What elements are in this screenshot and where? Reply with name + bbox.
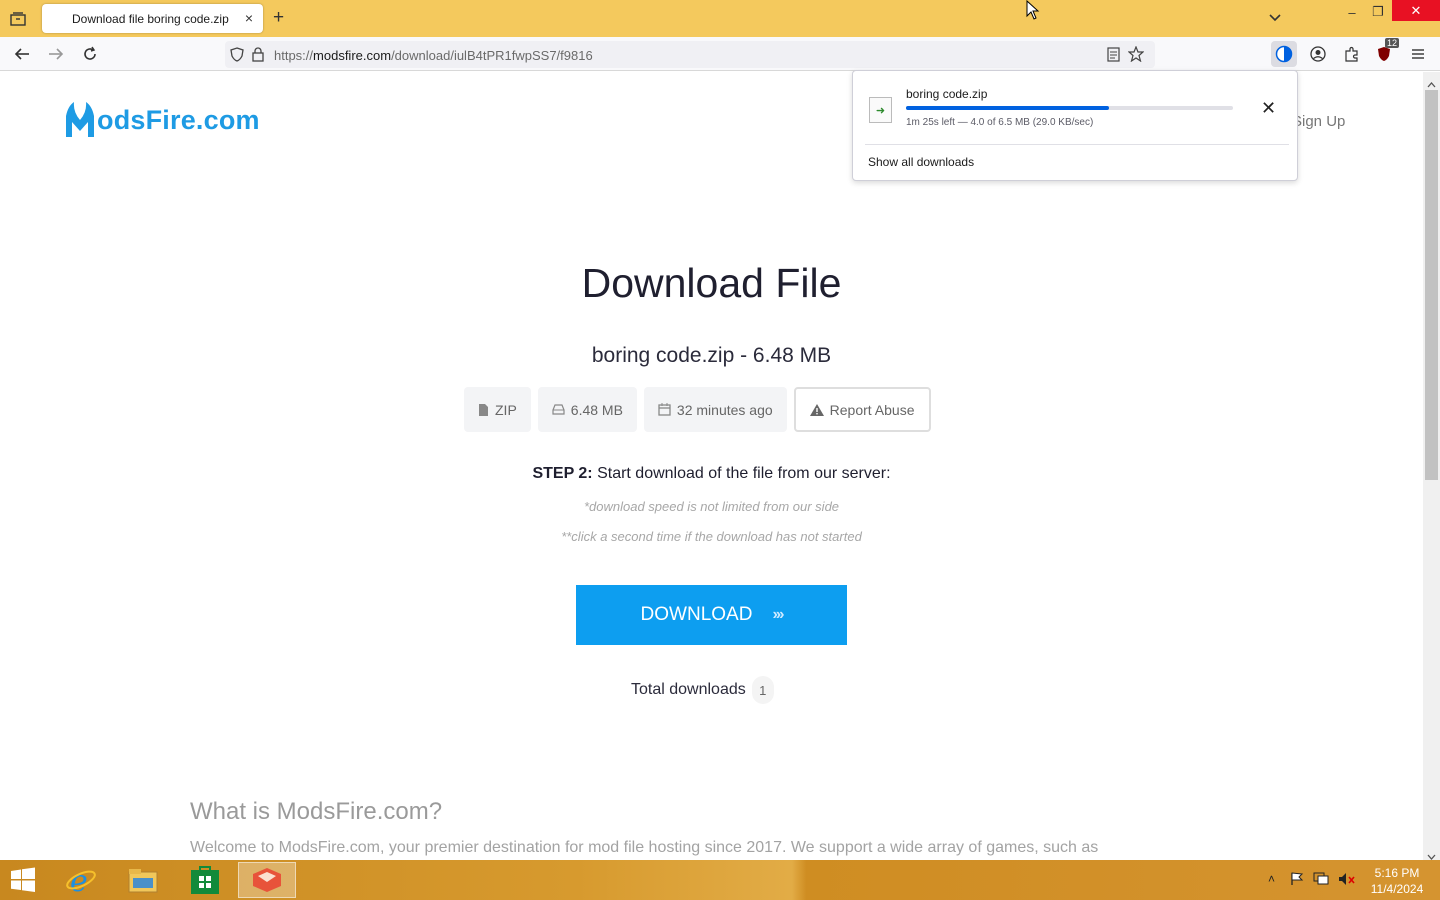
download-file-icon: ➜ <box>869 97 892 123</box>
mouse-cursor-icon <box>1026 0 1040 25</box>
network-icon[interactable] <box>1313 872 1329 889</box>
back-arrow-icon[interactable] <box>10 42 34 66</box>
start-windows-icon[interactable] <box>0 862 46 898</box>
file-name-size: boring code.zip - 6.48 MB <box>591 344 832 367</box>
svg-text:e: e <box>70 865 88 895</box>
close-window-button[interactable]: ✕ <box>1392 0 1440 21</box>
file-size-chip: 6.48 MB <box>537 387 637 432</box>
hdd-icon <box>552 404 565 415</box>
report-abuse-button[interactable]: Report Abuse <box>793 387 931 432</box>
upload-date-chip: 32 minutes ago <box>643 387 787 432</box>
action-center-flag-icon[interactable] <box>1290 872 1304 889</box>
panel-divider <box>865 144 1289 145</box>
firefox-taskbar-icon[interactable] <box>238 862 296 898</box>
file-icon <box>479 403 488 416</box>
reload-icon[interactable] <box>78 42 102 66</box>
bookmark-star-icon[interactable] <box>1127 45 1145 67</box>
triple-chevron-icon: ››› <box>772 606 784 623</box>
about-text: Welcome to ModsFire.com, your premier de… <box>190 839 1099 856</box>
downloads-panel: ➜ boring code.zip 1m 25s left — 4.0 of 6… <box>852 70 1298 181</box>
upload-age-label: 32 minutes ago <box>676 401 773 418</box>
new-tab-button[interactable]: + <box>273 8 284 28</box>
calendar-icon <box>658 403 671 416</box>
show-all-downloads-link[interactable]: Show all downloads <box>868 155 974 169</box>
clock-time: 5:16 PM <box>1374 866 1420 880</box>
report-abuse-label: Report Abuse <box>829 401 915 418</box>
warning-icon <box>809 403 824 416</box>
volume-muted-icon[interactable] <box>1338 872 1356 889</box>
file-type-label: ZIP <box>495 401 517 418</box>
tab-title: Download file boring code.zip <box>72 12 229 26</box>
account-icon[interactable] <box>1306 42 1330 66</box>
shield-icon[interactable] <box>230 47 244 67</box>
tab-active[interactable]: Download file boring code.zip × <box>42 4 263 33</box>
download-progress-bar <box>906 106 1233 110</box>
download-progress-fill <box>906 106 1109 110</box>
clock-date: 11/4/2024 <box>1370 882 1424 896</box>
download-progress-icon[interactable] <box>1271 41 1297 67</box>
page-scrollbar[interactable] <box>1423 72 1440 860</box>
reader-view-icon[interactable] <box>1107 47 1120 67</box>
click-again-note: **click a second time if the download ha… <box>561 529 862 544</box>
taskbar: e ˄ 5:16 PM 11/4/2024 <box>0 860 1440 900</box>
download-button-label: DOWNLOAD <box>640 604 753 625</box>
page-title: Download File <box>581 260 842 306</box>
file-size-label: 6.48 MB <box>570 401 623 418</box>
total-downloads-count: 1 <box>751 676 774 704</box>
flame-m-icon <box>66 102 94 137</box>
system-clock[interactable]: 5:16 PM 11/4/2024 <box>1366 865 1428 897</box>
cancel-download-icon[interactable]: ✕ <box>1261 98 1276 119</box>
internet-explorer-icon[interactable]: e <box>54 862 108 898</box>
total-downloads-label: Total downloads <box>631 681 746 698</box>
tab-list-icon[interactable] <box>6 8 30 30</box>
total-downloads: Total downloads 1 <box>631 676 774 704</box>
scrollbar-thumb[interactable] <box>1425 90 1438 480</box>
store-icon[interactable] <box>178 862 232 898</box>
file-explorer-icon[interactable] <box>116 862 170 898</box>
download-file-name[interactable]: boring code.zip <box>906 87 987 101</box>
download-button[interactable]: DOWNLOAD ››› <box>576 585 847 645</box>
restore-button[interactable]: ❐ <box>1362 0 1394 24</box>
url-bar[interactable]: https://modsfire.com/download/iulB4tPR1f… <box>225 41 1155 68</box>
logo-text: odsFire.com <box>97 104 260 135</box>
menu-hamburger-icon[interactable] <box>1406 42 1430 66</box>
extensions-puzzle-icon[interactable] <box>1340 42 1364 66</box>
chevron-down-icon[interactable] <box>1268 10 1282 28</box>
ublock-shield-icon[interactable]: 12 <box>1373 38 1400 66</box>
step-instruction: STEP 2: Start download of the file from … <box>532 465 891 482</box>
about-heading: What is ModsFire.com? <box>190 798 443 825</box>
lock-icon[interactable] <box>252 47 264 67</box>
modsfire-logo[interactable]: odsFire.com <box>63 100 260 140</box>
page-content: odsFire.com Sign Up Download File boring… <box>0 72 1423 860</box>
tab-bar: Download file boring code.zip × + – ❐ ✕ <box>0 0 1440 37</box>
file-type-chip: ZIP <box>464 387 531 432</box>
forward-arrow-icon[interactable] <box>44 42 68 66</box>
sign-up-link[interactable]: Sign Up <box>1292 113 1345 130</box>
speed-note: *download speed is not limited from our … <box>583 499 840 514</box>
navigation-bar: https://modsfire.com/download/iulB4tPR1f… <box>0 37 1440 71</box>
tray-overflow-icon[interactable]: ˄ <box>1268 872 1275 886</box>
extension-badge: 12 <box>1385 38 1400 48</box>
file-info-chips: ZIP 6.48 MB 32 minutes ago Report Abuse <box>464 387 931 432</box>
download-status: 1m 25s left — 4.0 of 6.5 MB (29.0 KB/sec… <box>906 117 1094 128</box>
tab-close-icon[interactable]: × <box>245 10 253 26</box>
url-text[interactable]: https://modsfire.com/download/iulB4tPR1f… <box>274 48 593 63</box>
